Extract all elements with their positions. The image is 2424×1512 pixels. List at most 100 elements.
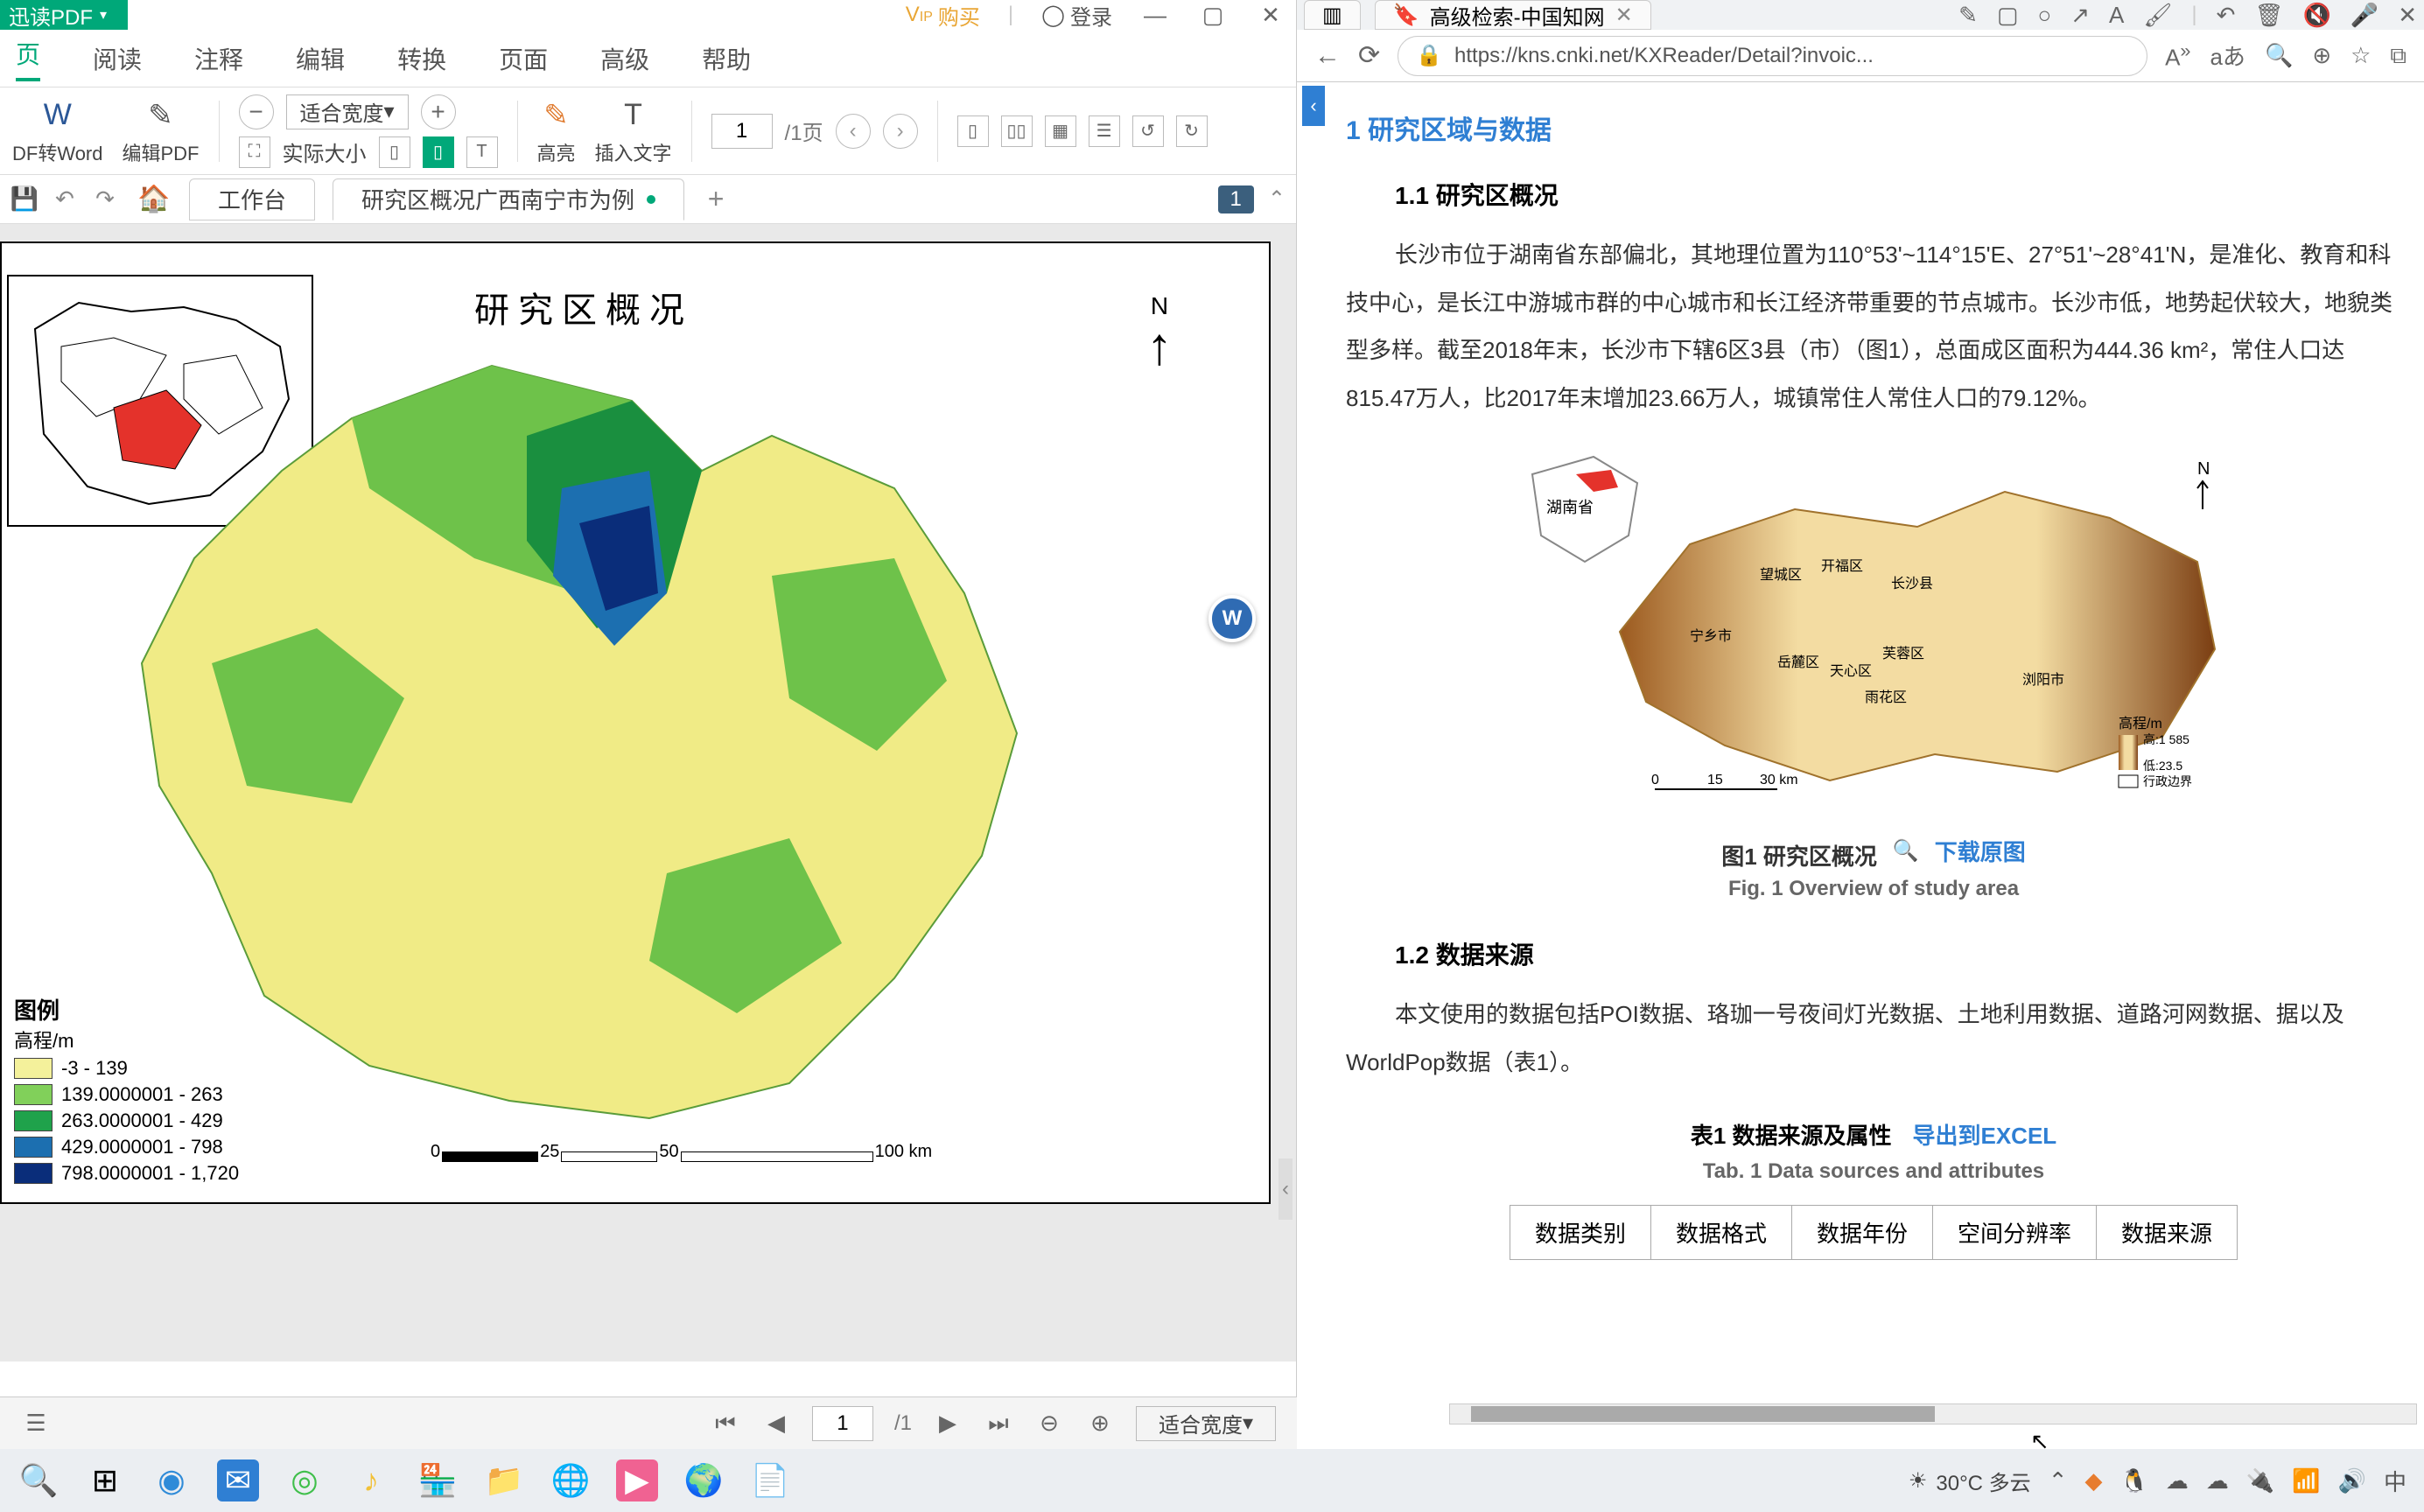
app-pdf-icon[interactable]: 📄 bbox=[749, 1460, 791, 1502]
tray-icon-1[interactable]: ◆ bbox=[2084, 1467, 2102, 1494]
mute-icon[interactable]: 🔇 bbox=[2302, 2, 2330, 29]
last-page-button[interactable]: ⏭ bbox=[984, 1409, 1013, 1438]
text-tool-icon[interactable]: A bbox=[2109, 2, 2124, 29]
delete-icon[interactable]: 🗑 bbox=[2254, 2, 2283, 29]
address-bar[interactable]: 🔒 https://kns.cnki.net/KXReader/Detail?i… bbox=[1398, 36, 2147, 76]
layout-double[interactable]: ▯▯ bbox=[1001, 116, 1033, 147]
document-viewport[interactable]: 研究区概况 N ↑ bbox=[0, 224, 1296, 1362]
app-name-menu[interactable]: 迅读PDF ▾ bbox=[0, 0, 128, 31]
next-page-status[interactable]: ▶ bbox=[933, 1409, 963, 1438]
export-excel-link[interactable]: 导出到EXCEL bbox=[1913, 1118, 2057, 1151]
zoom-select[interactable]: 适合宽度 ▾ bbox=[286, 94, 409, 130]
status-zoom-out[interactable]: ⊖ bbox=[1034, 1409, 1064, 1438]
download-original-link[interactable]: 下载原图 bbox=[1935, 835, 2026, 867]
status-zoom-select[interactable]: 适合宽度 ▾ bbox=[1136, 1406, 1276, 1441]
browser-close-icon[interactable]: ✕ bbox=[2398, 2, 2417, 29]
menu-edit[interactable]: 编辑 bbox=[296, 41, 345, 76]
app-store-icon[interactable]: 🏪 bbox=[417, 1460, 459, 1502]
scrollbar-thumb[interactable] bbox=[1471, 1406, 1935, 1422]
highlight-button[interactable]: ✎高亮 bbox=[537, 96, 576, 166]
tab-close-button[interactable]: ✕ bbox=[1615, 3, 1633, 28]
text-select-mode[interactable]: T bbox=[466, 136, 498, 168]
brush-icon[interactable]: 🖌 bbox=[2143, 2, 2172, 29]
rotate-left-button[interactable]: ↺ bbox=[1132, 116, 1164, 147]
convert-word-badge[interactable]: W bbox=[1208, 595, 1256, 642]
tray-usb-icon[interactable]: 🔌 bbox=[2246, 1467, 2274, 1494]
chevron-up-tray-icon[interactable]: ⌃ bbox=[2049, 1467, 2068, 1494]
maximize-button[interactable]: ▢ bbox=[1198, 0, 1228, 30]
first-page-button[interactable]: ⏮ bbox=[711, 1409, 740, 1438]
home-icon[interactable]: 🏠 bbox=[137, 182, 172, 217]
arrow-icon[interactable]: ↗ bbox=[2070, 2, 2090, 29]
pdf-to-word-button[interactable]: WDF转Word bbox=[12, 96, 103, 166]
app-earth-icon[interactable]: 🌍 bbox=[683, 1460, 725, 1502]
favorites-icon[interactable]: ☆ bbox=[2350, 42, 2371, 69]
save-icon[interactable]: 💾 bbox=[11, 186, 39, 214]
rotate-right-button[interactable]: ↻ bbox=[1176, 116, 1208, 147]
mic-off-icon[interactable]: 🎤 bbox=[2350, 2, 2378, 29]
tray-qq-icon[interactable]: 🐧 bbox=[2119, 1467, 2147, 1494]
tray-wifi-icon[interactable]: 📶 bbox=[2292, 1467, 2320, 1494]
circle-icon[interactable]: ○ bbox=[2038, 2, 2052, 29]
browser-tab[interactable]: 🔖 高级检索-中国知网 ✕ bbox=[1375, 0, 1651, 30]
menu-page[interactable]: 页面 bbox=[499, 41, 548, 76]
layout-grid[interactable]: ▦ bbox=[1045, 116, 1076, 147]
task-view-icon[interactable]: ⊞ bbox=[84, 1460, 126, 1502]
fit-width-button[interactable]: ⛶ bbox=[239, 136, 270, 168]
notification-badge[interactable]: 1 bbox=[1218, 186, 1254, 214]
app-explorer-icon[interactable]: 📁 bbox=[483, 1460, 525, 1502]
tray-volume-icon[interactable]: 🔊 bbox=[2338, 1467, 2366, 1494]
app-mail-icon[interactable]: ✉ bbox=[217, 1460, 259, 1502]
square-icon[interactable]: ▢ bbox=[1997, 2, 2019, 29]
pen-icon[interactable]: ✎ bbox=[1958, 2, 1978, 29]
view-mode-2[interactable]: ▯ bbox=[423, 136, 454, 168]
status-zoom-in[interactable]: ⊕ bbox=[1085, 1409, 1115, 1438]
collections-icon[interactable]: ⧉ bbox=[2390, 42, 2406, 70]
browser-tab-manager[interactable]: ▥ bbox=[1304, 0, 1361, 30]
next-page-button[interactable]: › bbox=[883, 114, 918, 149]
prev-page-button[interactable]: ‹ bbox=[836, 114, 871, 149]
translate-icon[interactable]: aあ bbox=[2210, 39, 2245, 72]
menu-help[interactable]: 帮助 bbox=[702, 41, 751, 76]
app-edge-icon[interactable]: 🌐 bbox=[550, 1460, 592, 1502]
tab-document[interactable]: 研究区概况广西南宁市为例 bbox=[333, 178, 684, 220]
menu-read[interactable]: 阅读 bbox=[93, 41, 142, 76]
edit-pdf-button[interactable]: ✎编辑PDF bbox=[123, 96, 200, 166]
add-tab-button[interactable]: + bbox=[702, 186, 730, 214]
weather-widget[interactable]: ☀ 30°C 多云 bbox=[1909, 1466, 2031, 1496]
page-content[interactable]: ‹ 1 研究区域与数据 1.1 研究区概况 长沙市位于湖南省东部偏北，其地理位置… bbox=[1297, 82, 2424, 1430]
actual-size-label[interactable]: 实际大小 bbox=[283, 136, 367, 167]
horizontal-scrollbar[interactable] bbox=[1449, 1404, 2417, 1424]
minimize-button[interactable]: — bbox=[1140, 0, 1170, 30]
app-music-icon[interactable]: ♪ bbox=[350, 1460, 392, 1502]
back-button[interactable]: ← bbox=[1314, 41, 1341, 71]
tab-workspace[interactable]: 工作台 bbox=[189, 178, 315, 220]
view-mode-1[interactable]: ▯ bbox=[379, 136, 410, 168]
redo-icon[interactable]: ↷ bbox=[91, 186, 119, 214]
app-cortana-icon[interactable]: ◉ bbox=[151, 1460, 193, 1502]
chevron-up-icon[interactable]: ⌃ bbox=[1268, 186, 1286, 212]
menu-annotate[interactable]: 注释 bbox=[194, 41, 243, 76]
page-number-input[interactable] bbox=[711, 114, 773, 149]
menu-convert[interactable]: 转换 bbox=[397, 41, 446, 76]
menu-home[interactable]: 页 bbox=[16, 36, 40, 81]
prev-page-status[interactable]: ◀ bbox=[761, 1409, 791, 1438]
zoom-out-button[interactable]: − bbox=[239, 94, 274, 130]
collapse-panel-button[interactable]: ‹ bbox=[1302, 86, 1325, 126]
undo-icon[interactable]: ↶ bbox=[51, 186, 79, 214]
side-panel-toggle[interactable]: ‹ bbox=[1279, 1158, 1293, 1220]
tray-cloud-icon[interactable]: ☁ bbox=[2206, 1467, 2229, 1494]
app-bilibili-icon[interactable]: ▶ bbox=[616, 1460, 658, 1502]
login-button[interactable]: ◯登录 bbox=[1041, 0, 1112, 31]
vip-buy-button[interactable]: VIP购买 bbox=[906, 0, 980, 31]
app-browser-360-icon[interactable]: ◎ bbox=[284, 1460, 326, 1502]
close-button[interactable]: ✕ bbox=[1256, 0, 1286, 30]
tray-ime-icon[interactable]: 中 bbox=[2384, 1465, 2406, 1497]
sidebar-icon[interactable]: ☰ bbox=[21, 1409, 51, 1438]
search-icon[interactable]: 🔍 bbox=[18, 1460, 60, 1502]
layout-continuous[interactable]: ☰ bbox=[1089, 116, 1120, 147]
status-page-input[interactable] bbox=[812, 1406, 873, 1441]
zoom-page-icon[interactable]: 🔍 bbox=[2265, 42, 2293, 69]
undo-tool-icon[interactable]: ↶ bbox=[2217, 2, 2236, 29]
refresh-button[interactable]: ⟳ bbox=[1358, 40, 1380, 71]
